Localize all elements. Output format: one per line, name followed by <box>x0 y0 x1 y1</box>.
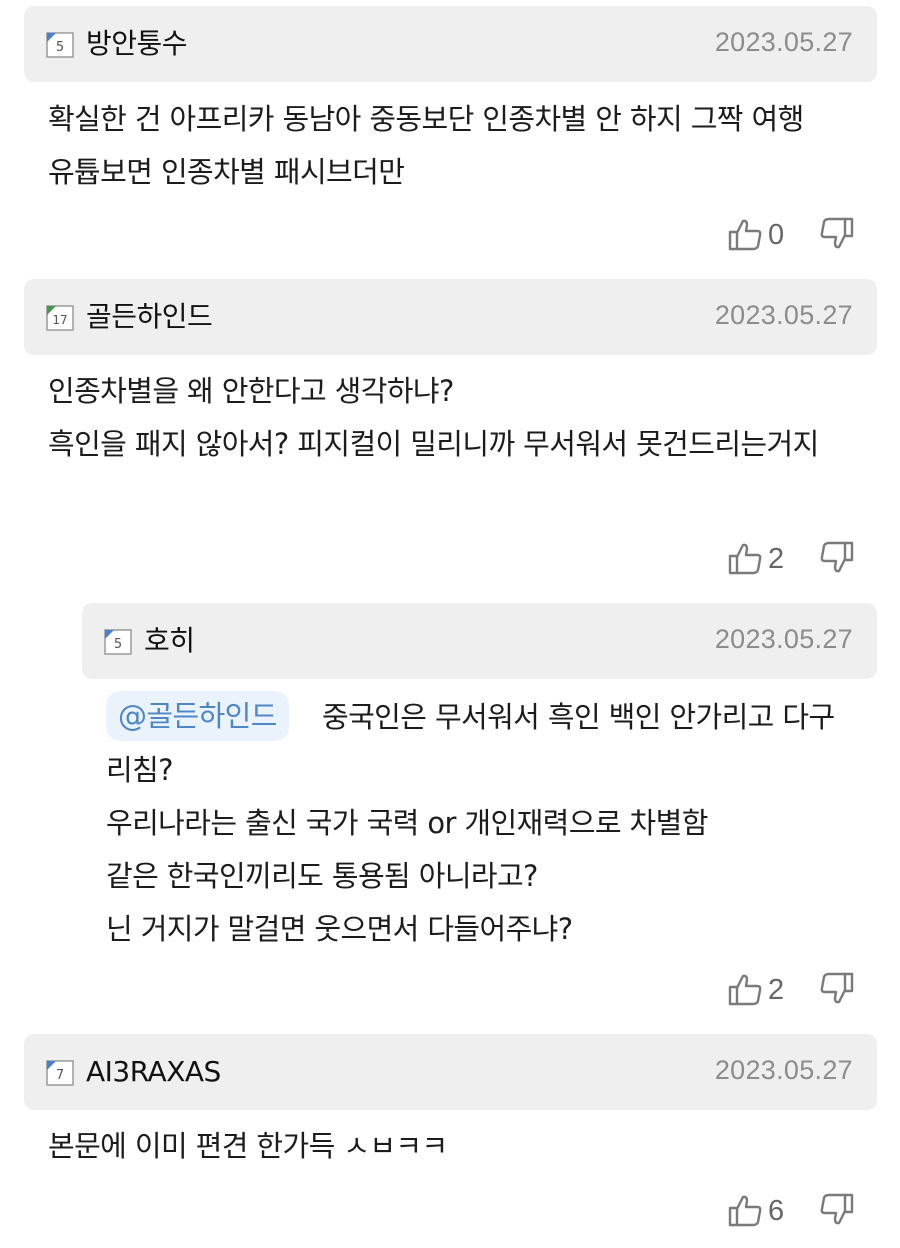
comment-date: 2023.05.27 <box>714 1055 853 1085</box>
svg-text:17: 17 <box>52 313 67 327</box>
comment-text-line: 리침? <box>106 753 174 787</box>
like-count: 2 <box>768 974 785 1006</box>
level-badge-icon: 17 <box>46 305 74 331</box>
comment-author[interactable]: 방안퉁수 <box>86 24 188 64</box>
thumbs-up-icon[interactable] <box>727 540 763 576</box>
thumbs-up-icon[interactable] <box>727 971 763 1007</box>
comment-header: 17 골든하인드 2023.05.27 <box>24 279 877 355</box>
thumbs-down-icon[interactable] <box>819 1192 855 1228</box>
comment-text-line: 인종차별을 왜 안한다고 생각하냐? <box>48 374 454 408</box>
comment-author[interactable]: AI3RAXAS <box>86 1052 221 1092</box>
mention-tag[interactable]: @골든하인드 <box>106 691 289 741</box>
comment-header: 5 방안퉁수 2023.05.27 <box>24 6 877 82</box>
comment-date: 2023.05.27 <box>714 624 853 654</box>
comment-text-line: 같은 한국인끼리도 통용됨 아니라고? <box>106 859 538 893</box>
comment-header: 7 AI3RAXAS 2023.05.27 <box>24 1034 877 1110</box>
svg-text:7: 7 <box>56 1068 64 1083</box>
comment-text-line: 흑인을 패지 않아서? 피지컬이 밀리니까 무서워서 못건드리는거지 <box>48 427 819 461</box>
comment-text-line: 본문에 이미 편견 한가득 ㅅㅂㅋㅋ <box>48 1129 448 1163</box>
thumbs-up-icon[interactable] <box>727 216 763 252</box>
like-count: 2 <box>768 543 785 575</box>
level-badge-icon: 7 <box>46 1060 74 1086</box>
thumbs-up-icon[interactable] <box>727 1192 763 1228</box>
svg-text:5: 5 <box>56 40 64 55</box>
comment-author[interactable]: 골든하인드 <box>86 297 213 337</box>
like-count: 6 <box>768 1195 785 1227</box>
comment-text-line: 확실한 건 아프리카 동남아 중동보단 인종차별 안 하지 그짝 여행 <box>48 102 804 136</box>
level-badge-icon: 5 <box>46 32 74 58</box>
comment-author[interactable]: 호히 <box>144 621 195 661</box>
comment-date: 2023.05.27 <box>714 27 853 57</box>
comment-text-line: 유튭보면 인종차별 패시브더만 <box>48 155 405 189</box>
comment-text-line: 닌 거지가 말걸면 웃으면서 다들어주냐? <box>106 912 573 946</box>
level-badge-icon: 5 <box>104 629 132 655</box>
comment-text-line: 우리나라는 출신 국가 국력 or 개인재력으로 차별함 <box>106 806 708 840</box>
reply-header: 5 호히 2023.05.27 <box>82 603 877 679</box>
like-count: 0 <box>768 219 785 251</box>
thumbs-down-icon[interactable] <box>819 216 855 252</box>
svg-text:5: 5 <box>114 637 122 652</box>
thumbs-down-icon[interactable] <box>819 971 855 1007</box>
thumbs-down-icon[interactable] <box>819 540 855 576</box>
comment-text-line: 중국인은 무서워서 흑인 백인 안가리고 다구 <box>322 700 835 734</box>
comment-date: 2023.05.27 <box>714 300 853 330</box>
